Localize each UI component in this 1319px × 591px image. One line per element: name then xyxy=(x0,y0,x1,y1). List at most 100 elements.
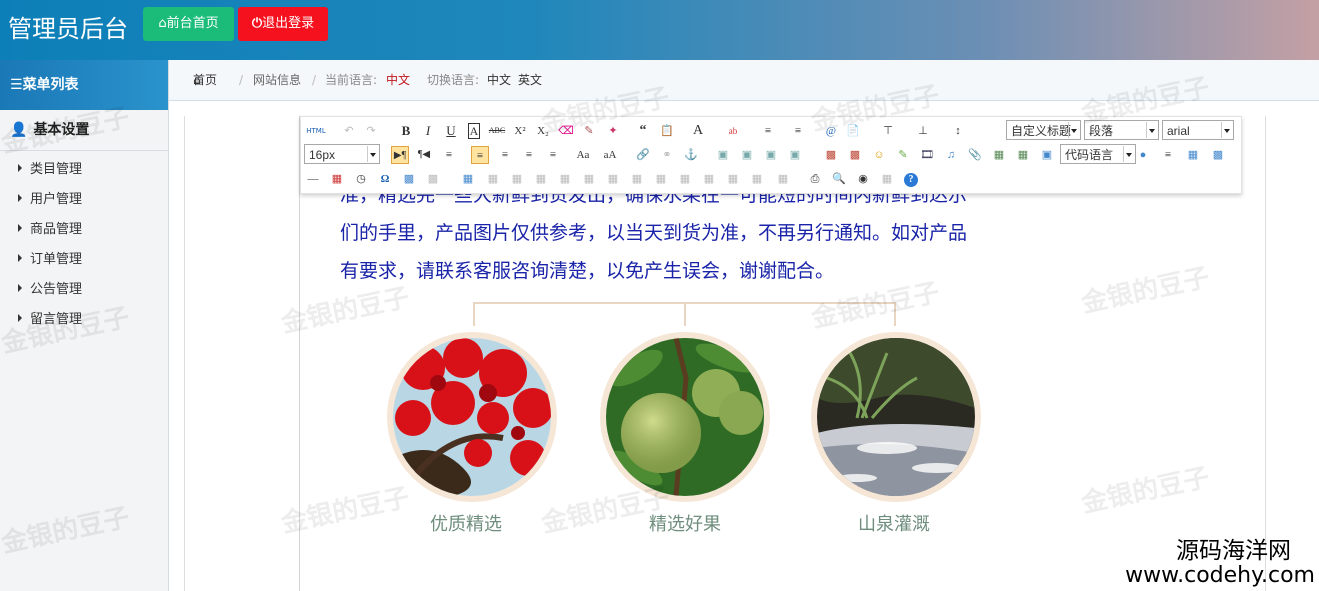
sidebar-item-orders[interactable]: 订单管理 xyxy=(0,245,168,275)
time-icon[interactable]: ◷ xyxy=(352,170,370,188)
unlink-icon[interactable]: ⚭ xyxy=(658,146,676,164)
lowercase-icon[interactable]: aA xyxy=(601,146,619,164)
search-replace-icon[interactable]: ◉ xyxy=(854,170,872,188)
paragraph-select[interactable]: 段落 xyxy=(1084,120,1159,140)
strikethrough-icon[interactable]: ABC xyxy=(488,122,506,140)
row-spacing-top-icon[interactable]: ⊤ xyxy=(879,122,897,140)
multi-image-icon[interactable]: ▩ xyxy=(846,146,864,164)
insert-frame-icon[interactable]: ▣ xyxy=(1038,146,1056,164)
uppercase-icon[interactable]: Aa xyxy=(574,146,592,164)
mountain-stream-icon xyxy=(817,338,975,496)
horizontal-rule-icon[interactable]: — xyxy=(304,170,322,188)
indent-icon[interactable]: ≡ xyxy=(440,146,458,164)
delete-col-icon[interactable]: ▦ xyxy=(604,170,622,188)
merge-down-icon[interactable]: ▦ xyxy=(676,170,694,188)
wordimage-icon[interactable]: ▩ xyxy=(424,170,442,188)
webapp-icon[interactable]: ● xyxy=(1134,146,1152,164)
home-button[interactable]: ⌂前台首页 xyxy=(143,7,234,41)
image-none-icon[interactable]: ▣ xyxy=(714,146,732,164)
lang-en-link[interactable]: 英文 xyxy=(518,60,542,100)
sidebar-item-messages[interactable]: 留言管理 xyxy=(0,305,168,335)
delete-row-icon[interactable]: ▦ xyxy=(556,170,574,188)
preview-icon[interactable]: 🔍 xyxy=(830,170,848,188)
pagebreak-icon[interactable]: ≡ xyxy=(1159,146,1177,164)
logout-button[interactable]: ⏻退出登录 xyxy=(238,7,328,41)
insert-paragraph-before-table-icon[interactable]: ▦ xyxy=(508,170,526,188)
print-icon[interactable]: ⎙ xyxy=(806,170,824,188)
bold-icon[interactable]: B xyxy=(397,122,415,140)
superscript-icon[interactable]: X² xyxy=(511,122,529,140)
sidebar-item-announcements[interactable]: 公告管理 xyxy=(0,275,168,305)
align-center-icon[interactable]: ≡ xyxy=(496,146,514,164)
map-icon[interactable]: ▦ xyxy=(990,146,1008,164)
charts-icon[interactable]: ▦ xyxy=(774,170,792,188)
align-right-icon[interactable]: ≡ xyxy=(520,146,538,164)
menu-list-title: 菜单列表 xyxy=(22,77,79,93)
date-icon[interactable]: ▦ xyxy=(328,170,346,188)
format-brush-icon[interactable]: ✎ xyxy=(580,122,598,140)
ltr-direction-icon[interactable]: ▶¶ xyxy=(391,146,409,164)
image-center-icon[interactable]: ▣ xyxy=(786,146,804,164)
insert-image-icon[interactable]: ▩ xyxy=(822,146,840,164)
emotion-icon[interactable]: ☺ xyxy=(870,146,888,164)
insert-video-icon[interactable]: 🎞 xyxy=(918,146,936,164)
font-border-icon[interactable]: A xyxy=(465,122,483,140)
sidebar-item-products[interactable]: 商品管理 xyxy=(0,215,168,245)
lang-zh-link[interactable]: 中文 xyxy=(487,60,511,100)
redo-icon[interactable]: ↷ xyxy=(362,122,380,140)
insert-col-icon[interactable]: ▦ xyxy=(580,170,598,188)
underline-icon[interactable]: U xyxy=(442,122,460,140)
eraser-icon[interactable]: ⌫ xyxy=(557,122,575,140)
rtl-direction-icon[interactable]: ¶◀ xyxy=(415,146,433,164)
merge-cells-icon[interactable]: ▦ xyxy=(628,170,646,188)
special-chars-icon[interactable]: Ω xyxy=(376,170,394,188)
paste-text-icon[interactable]: 📋 xyxy=(658,122,676,140)
background-icon[interactable]: ▩ xyxy=(1209,146,1227,164)
font-family-select[interactable]: arial xyxy=(1162,120,1234,140)
attachment-icon[interactable]: 📎 xyxy=(966,146,984,164)
home-button-label: 前台首页 xyxy=(166,16,219,31)
align-justify-icon[interactable]: ≡ xyxy=(544,146,562,164)
code-language-select[interactable]: 代码语言 xyxy=(1060,144,1136,164)
template-icon[interactable]: ▦ xyxy=(1184,146,1202,164)
auto-format-icon[interactable]: ✦ xyxy=(604,122,622,140)
image-right-icon[interactable]: ▣ xyxy=(762,146,780,164)
align-left-icon[interactable]: ≡ xyxy=(471,146,489,164)
subscript-icon[interactable]: X₂ xyxy=(534,122,552,140)
ordered-list-icon[interactable]: ≡ xyxy=(759,122,777,140)
split-cols-icon[interactable]: ▦ xyxy=(748,170,766,188)
clear-doc-icon[interactable]: 📄 xyxy=(844,122,862,140)
image-left-icon[interactable]: ▣ xyxy=(738,146,756,164)
help-icon[interactable]: ? xyxy=(902,170,920,188)
split-rows-icon[interactable]: ▦ xyxy=(724,170,742,188)
sidebar-group-basic-settings[interactable]: 👤 基本设置 xyxy=(0,110,168,151)
blockquote-icon[interactable]: “ xyxy=(634,122,652,140)
delete-table-icon[interactable]: ▦ xyxy=(484,170,502,188)
split-cells-icon[interactable]: ▦ xyxy=(700,170,718,188)
merge-right-icon[interactable]: ▦ xyxy=(652,170,670,188)
background-color-icon[interactable]: ab xyxy=(724,122,742,140)
font-family-value: arial xyxy=(1167,124,1190,138)
gmap-icon[interactable]: ▦ xyxy=(1014,146,1032,164)
scrawl-icon[interactable]: ✎ xyxy=(894,146,912,164)
font-size-select[interactable]: 16px xyxy=(304,144,380,164)
snapscreen-icon[interactable]: ▩ xyxy=(400,170,418,188)
select-all-icon[interactable]: @ xyxy=(822,122,840,140)
insert-table-icon[interactable]: ▦ xyxy=(459,170,477,188)
line-height-icon[interactable]: ↕ xyxy=(949,122,967,140)
unordered-list-icon[interactable]: ≡ xyxy=(789,122,807,140)
link-icon[interactable]: 🔗 xyxy=(634,146,652,164)
font-size-value: 16px xyxy=(309,148,336,162)
sidebar-item-users[interactable]: 用户管理 xyxy=(0,185,168,215)
custom-title-select[interactable]: 自定义标题 xyxy=(1006,120,1081,140)
anchor-icon[interactable]: ⚓ xyxy=(682,146,700,164)
row-spacing-bottom-icon[interactable]: ⊥ xyxy=(914,122,932,140)
insert-row-icon[interactable]: ▦ xyxy=(532,170,550,188)
italic-icon[interactable]: I xyxy=(419,122,437,140)
drafts-icon[interactable]: ▦ xyxy=(878,170,896,188)
html-source-icon[interactable]: HTML xyxy=(304,122,328,140)
music-icon[interactable]: ♫ xyxy=(942,146,960,164)
font-color-icon[interactable]: A xyxy=(689,122,707,140)
sidebar-item-category[interactable]: 类目管理 xyxy=(0,155,168,185)
undo-icon[interactable]: ↶ xyxy=(340,122,358,140)
